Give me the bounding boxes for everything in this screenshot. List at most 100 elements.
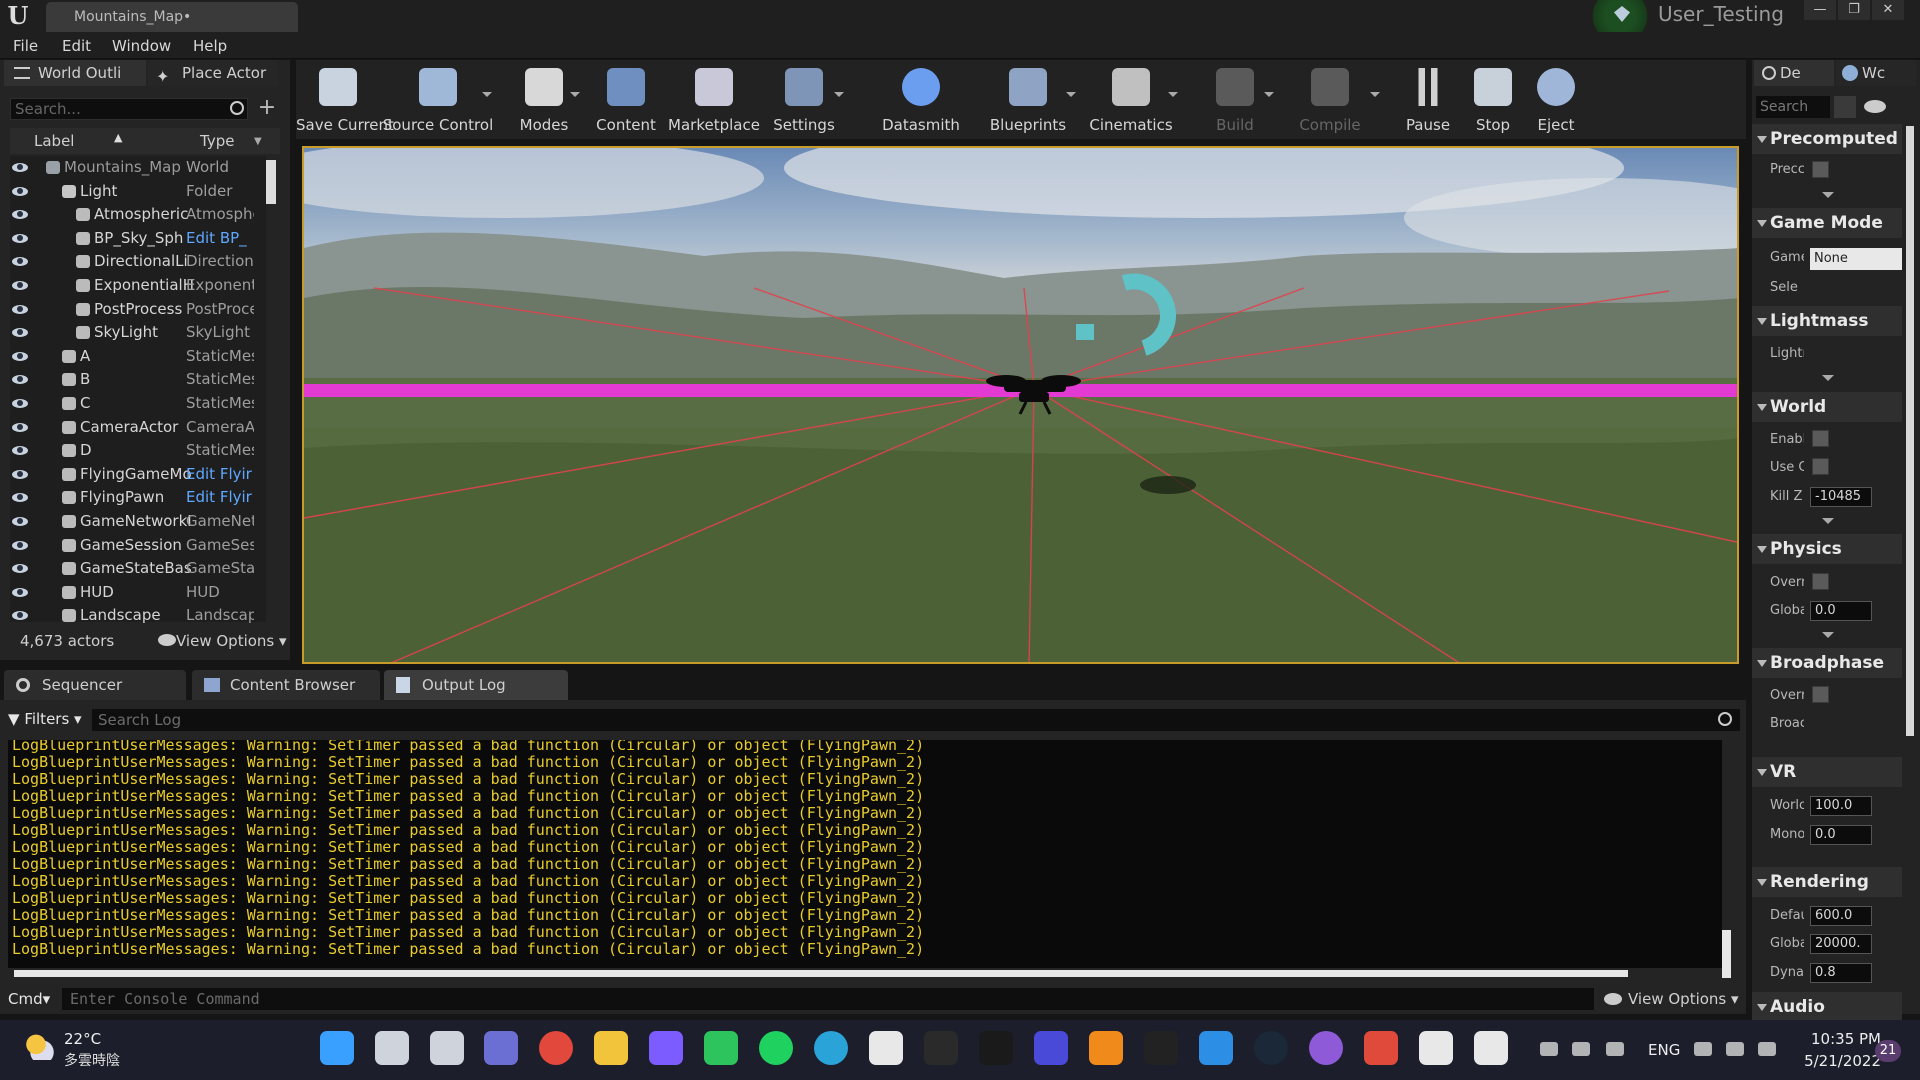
- wifi-icon[interactable]: [1694, 1042, 1712, 1056]
- details-section-audio[interactable]: Audio: [1752, 992, 1902, 1022]
- property-number-input[interactable]: 0.0: [1810, 825, 1872, 845]
- outliner-search-input[interactable]: Search...: [10, 98, 248, 120]
- visibility-eye-icon[interactable]: [12, 585, 28, 599]
- start-icon[interactable]: [320, 1031, 354, 1065]
- property-number-input[interactable]: 100.0: [1810, 796, 1872, 816]
- property-number-input[interactable]: 20000.: [1810, 934, 1872, 954]
- cmd-selector[interactable]: Cmd▾: [8, 990, 50, 1008]
- notification-badge[interactable]: 21: [1875, 1040, 1901, 1062]
- property-number-input[interactable]: -10485: [1810, 487, 1872, 507]
- chevron-down-icon[interactable]: [570, 92, 580, 97]
- microphone-icon[interactable]: [1606, 1042, 1624, 1056]
- add-folder-icon[interactable]: +: [254, 97, 280, 120]
- visibility-eye-icon[interactable]: [12, 349, 28, 363]
- outliner-row[interactable]: DirectionalLiDirectiona: [10, 250, 266, 273]
- visibility-eye-icon[interactable]: [12, 254, 28, 268]
- details-section-precomputed[interactable]: Precomputed Vis: [1752, 124, 1902, 154]
- visibility-eye-icon[interactable]: [12, 278, 28, 292]
- power-icon[interactable]: [1758, 1042, 1776, 1056]
- chevron-down-icon[interactable]: [1168, 92, 1178, 97]
- content-button[interactable]: Content: [586, 60, 666, 140]
- visibility-eye-icon[interactable]: [12, 396, 28, 410]
- tab-place-actor[interactable]: ✦ Place Actor: [148, 60, 278, 86]
- chevron-down-icon[interactable]: [482, 92, 492, 97]
- close-button[interactable]: ✕: [1872, 0, 1904, 20]
- outliner-row[interactable]: GameSessionGameSess: [10, 534, 266, 557]
- weather-temperature[interactable]: 22°C: [64, 1030, 101, 1048]
- git-icon[interactable]: [1364, 1031, 1398, 1065]
- onedrive-icon[interactable]: [1572, 1042, 1590, 1056]
- chrome-icon[interactable]: [539, 1031, 573, 1065]
- grid-view-icon[interactable]: [1834, 96, 1856, 118]
- visibility-eye-icon[interactable]: [12, 443, 28, 457]
- oculus-icon[interactable]: [1034, 1031, 1068, 1065]
- edit-blueprint-link[interactable]: Edit Flyir: [186, 486, 254, 509]
- epic-launcher-icon[interactable]: [979, 1031, 1013, 1065]
- property-number-input[interactable]: 600.0: [1810, 906, 1872, 926]
- pause-button[interactable]: Pause: [1396, 60, 1460, 140]
- user-badge[interactable]: User_Testing: [1590, 0, 1800, 40]
- stop-button[interactable]: Stop: [1462, 60, 1524, 140]
- source-control-button[interactable]: Source Control: [382, 60, 494, 140]
- property-number-input[interactable]: 0.8: [1810, 963, 1872, 983]
- outliner-row[interactable]: GameNetworkIGameNetv: [10, 510, 266, 533]
- minimize-button[interactable]: —: [1804, 0, 1836, 20]
- line-icon[interactable]: [704, 1031, 738, 1065]
- tab-content-browser[interactable]: Content Browser: [192, 670, 380, 700]
- property-checkbox[interactable]: [1812, 430, 1829, 447]
- save-current-button[interactable]: Save Current: [296, 60, 394, 140]
- filters-button[interactable]: ▼ Filters ▾: [8, 710, 82, 728]
- teams-icon[interactable]: [484, 1031, 518, 1065]
- details-section-world[interactable]: World: [1752, 392, 1902, 422]
- menu-window[interactable]: Window: [112, 37, 171, 55]
- build-button[interactable]: Build: [1194, 60, 1276, 140]
- menu-file[interactable]: File: [13, 37, 38, 55]
- visibility-eye-icon[interactable]: [12, 372, 28, 386]
- tab-world-settings[interactable]: Wc: [1836, 60, 1916, 86]
- details-scrollbar[interactable]: [1906, 126, 1914, 736]
- inkscape-icon[interactable]: [869, 1031, 903, 1065]
- details-section-game_mode[interactable]: Game Mode: [1752, 208, 1902, 238]
- compile-button[interactable]: Compile: [1278, 60, 1382, 140]
- unreal-logo-icon[interactable]: U: [4, 2, 32, 30]
- tab-sequencer[interactable]: Sequencer: [4, 670, 186, 700]
- details-section-lightmass[interactable]: Lightmass: [1752, 306, 1902, 336]
- marketplace-button[interactable]: Marketplace: [668, 60, 760, 140]
- cinematics-button[interactable]: Cinematics: [1082, 60, 1180, 140]
- visibility-eye-icon[interactable]: [12, 514, 28, 528]
- property-checkbox[interactable]: [1812, 686, 1829, 703]
- document-tab[interactable]: Mountains_Map•: [46, 2, 298, 32]
- language-indicator[interactable]: ENG: [1648, 1041, 1680, 1059]
- tab-details[interactable]: De: [1754, 60, 1834, 86]
- details-section-vr[interactable]: VR: [1752, 757, 1902, 787]
- maximize-button[interactable]: ❐: [1838, 0, 1870, 20]
- property-checkbox[interactable]: [1812, 573, 1829, 590]
- outliner-row[interactable]: AtmosphericAtmosphe: [10, 203, 266, 226]
- visibility-eye-icon[interactable]: [12, 325, 28, 339]
- chevron-down-icon[interactable]: [834, 92, 844, 97]
- console-command-input[interactable]: Enter Console Command: [62, 988, 1594, 1010]
- visibility-eye-icon[interactable]: [12, 420, 28, 434]
- slides-icon[interactable]: [1089, 1031, 1123, 1065]
- unreal-engine-icon[interactable]: [1474, 1031, 1508, 1065]
- edit-blueprint-link[interactable]: Edit BP_: [186, 227, 254, 250]
- messenger-icon[interactable]: [649, 1031, 683, 1065]
- eject-button[interactable]: Eject: [1524, 60, 1588, 140]
- outliner-row[interactable]: FlyingPawn Edit Flyir: [10, 486, 266, 509]
- visibility-eye-icon[interactable]: [12, 467, 28, 481]
- property-checkbox[interactable]: [1812, 458, 1829, 475]
- outliner-row[interactable]: A StaticMes: [10, 345, 266, 368]
- settings-button[interactable]: Settings: [762, 60, 846, 140]
- chevron-down-icon[interactable]: [1264, 92, 1274, 97]
- visibility-eye-icon[interactable]: [12, 207, 28, 221]
- log-view-options-button[interactable]: View Options ▾: [1628, 990, 1739, 1008]
- log-search-input[interactable]: Search Log: [92, 709, 1740, 731]
- visibility-eye-icon[interactable]: [12, 561, 28, 575]
- outliner-row[interactable]: B StaticMes: [10, 368, 266, 391]
- chevron-down-icon[interactable]: [1066, 92, 1076, 97]
- visibility-eye-icon[interactable]: [12, 160, 28, 174]
- advanced-expand-icon[interactable]: [1822, 518, 1834, 524]
- eye-icon[interactable]: [1864, 100, 1886, 113]
- outliner-row[interactable]: GameStateBas GameStat: [10, 557, 266, 580]
- blueprints-button[interactable]: Blueprints: [978, 60, 1078, 140]
